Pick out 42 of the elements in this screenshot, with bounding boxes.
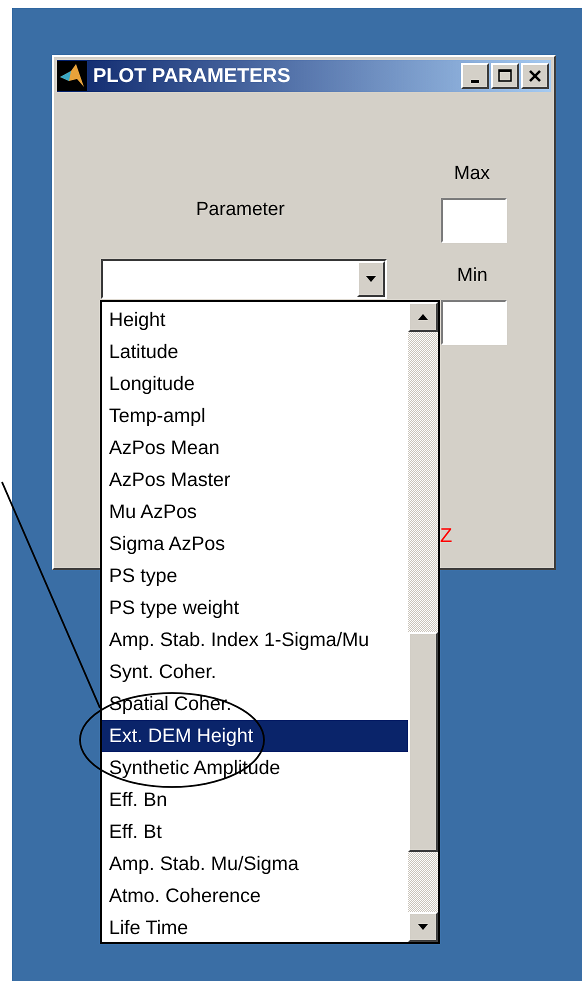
- list-item[interactable]: Eff. Bt: [102, 816, 408, 848]
- max-label: Max: [454, 163, 490, 185]
- down-arrow-icon: [365, 275, 377, 283]
- down-arrow-icon: [417, 923, 429, 931]
- min-label: Min: [457, 265, 488, 287]
- scroll-down-button[interactable]: [408, 912, 438, 942]
- close-button[interactable]: [521, 63, 549, 89]
- list-item[interactable]: Height: [102, 304, 408, 336]
- list-item[interactable]: Amp. Stab. Index 1-Sigma/Mu: [102, 624, 408, 656]
- logo-icon: [57, 61, 87, 91]
- list-item[interactable]: Temp-ampl: [102, 400, 408, 432]
- parameter-dropdown[interactable]: [101, 259, 387, 299]
- list-item[interactable]: Life Time: [102, 912, 408, 944]
- list-item[interactable]: Ext. DEM Height: [102, 720, 408, 752]
- list-item[interactable]: Atmo. Coherence: [102, 880, 408, 912]
- list-item[interactable]: Synt. Coher.: [102, 656, 408, 688]
- list-item[interactable]: Sigma AzPos: [102, 528, 408, 560]
- list-item[interactable]: Longitude: [102, 368, 408, 400]
- parameter-label: Parameter: [196, 199, 285, 221]
- max-field[interactable]: [441, 198, 507, 243]
- minimize-button[interactable]: [461, 63, 489, 89]
- up-arrow-icon: [417, 313, 429, 321]
- list-item[interactable]: Mu AzPos: [102, 496, 408, 528]
- list-item[interactable]: PS type: [102, 560, 408, 592]
- dropdown-button[interactable]: [357, 261, 385, 297]
- list-item[interactable]: Latitude: [102, 336, 408, 368]
- minimize-icon: [471, 80, 479, 82]
- min-field[interactable]: [441, 300, 507, 345]
- scroll-thumb[interactable]: [408, 632, 438, 852]
- maximize-button[interactable]: [491, 63, 519, 89]
- list-item[interactable]: AzPos Master: [102, 464, 408, 496]
- list-item[interactable]: Eff. Bn: [102, 784, 408, 816]
- scrollbar[interactable]: [408, 302, 438, 942]
- window-title: PLOT PARAMETERS: [93, 64, 292, 88]
- list-item[interactable]: AzPos Mean: [102, 432, 408, 464]
- axis-label: Z: [440, 525, 452, 548]
- list-item[interactable]: Amp. Stab. Mu/Sigma: [102, 848, 408, 880]
- maximize-icon: [497, 68, 513, 84]
- list-item[interactable]: Spatial Coher.: [102, 688, 408, 720]
- scroll-up-button[interactable]: [408, 302, 438, 332]
- list-item[interactable]: PS type weight: [102, 592, 408, 624]
- close-icon: [527, 68, 543, 84]
